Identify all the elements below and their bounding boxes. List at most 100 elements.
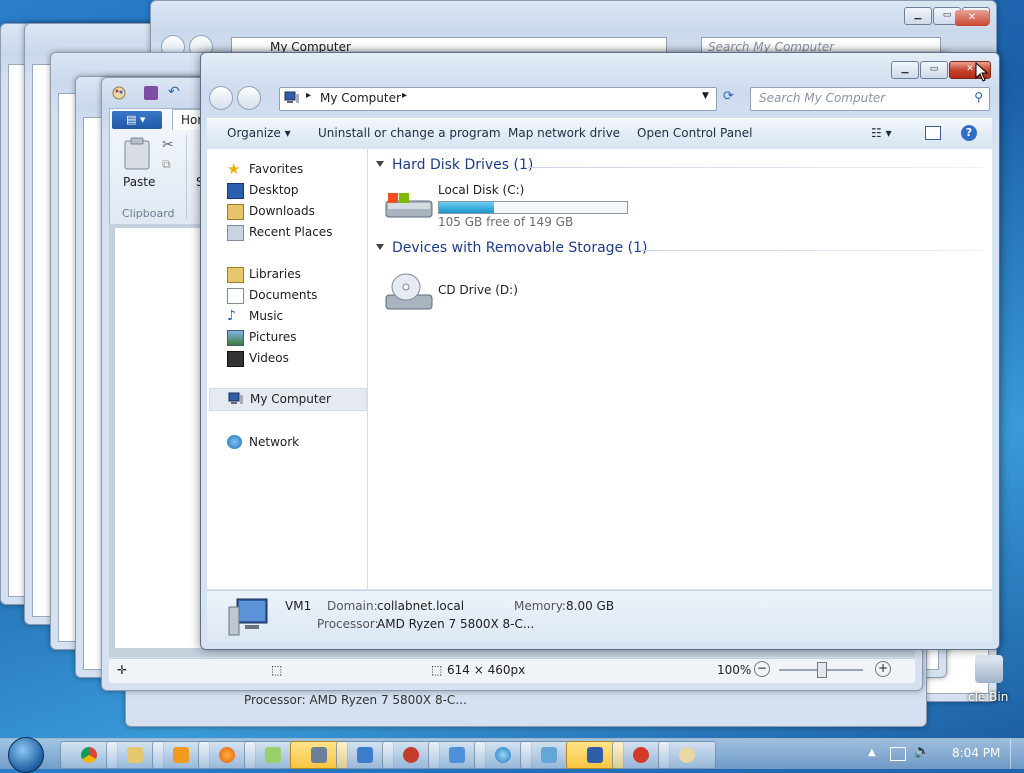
copy-icon[interactable]: ⧉ bbox=[162, 157, 171, 172]
no-entry-icon bbox=[403, 747, 419, 763]
paint-canvas[interactable] bbox=[115, 228, 205, 648]
network-icon bbox=[227, 435, 242, 449]
zoom-out-button[interactable]: − bbox=[754, 661, 770, 677]
network-share-icon bbox=[541, 747, 557, 763]
clipboard-group-label: Clipboard bbox=[122, 207, 175, 220]
breadcrumb-my-computer[interactable]: My Computer bbox=[320, 91, 401, 105]
section-divider bbox=[528, 167, 983, 168]
show-hidden-icons-icon[interactable]: ▲ bbox=[868, 747, 876, 758]
organize-button[interactable]: Organize ▾ bbox=[227, 126, 291, 140]
collapse-icon bbox=[376, 244, 384, 250]
computer-large-icon bbox=[227, 597, 271, 637]
drive-c-free-space: 105 GB free of 149 GB bbox=[438, 215, 574, 229]
breadcrumb-chevron-icon[interactable]: ▸ bbox=[402, 90, 407, 101]
taskbar-paint[interactable] bbox=[658, 741, 716, 769]
paint-status-bar: ✛ ⬚ ⬚ 614 × 460px 100% − + bbox=[109, 658, 915, 683]
processor-value: AMD Ryzen 7 5800X 8-C... bbox=[377, 617, 535, 631]
nav-item-desktop[interactable]: Desktop bbox=[207, 180, 365, 200]
command-bar: Organize ▾ Uninstall or change a program… bbox=[207, 118, 992, 150]
domain-label: Domain: bbox=[327, 599, 378, 613]
nav-item-recent-places[interactable]: Recent Places bbox=[207, 222, 365, 242]
calculator-icon bbox=[311, 747, 327, 763]
media-player-icon bbox=[173, 747, 189, 763]
firefox-icon bbox=[219, 747, 235, 763]
computer-icon bbox=[587, 747, 603, 763]
drive-c-usage-fill bbox=[439, 202, 495, 213]
preview-pane-icon[interactable] bbox=[925, 126, 941, 140]
minimize-button[interactable]: ▁ bbox=[904, 7, 932, 25]
explorer-window: ▁ ▭ ✕ ▸ My Computer ▸ ▼ ⟳ Search My Comp… bbox=[200, 52, 1000, 650]
drive-cd-d[interactable]: CD Drive (D:) bbox=[384, 267, 584, 317]
ribbon-divider bbox=[186, 135, 187, 219]
network-tray-icon[interactable] bbox=[890, 747, 906, 761]
cut-icon[interactable]: ✂ bbox=[162, 137, 174, 153]
folder-icon bbox=[127, 747, 143, 763]
paint-menu-button[interactable]: ▤ ▾ bbox=[112, 111, 162, 129]
search-box[interactable]: Search My Computer ⚲ bbox=[750, 87, 990, 111]
cursor-position-icon: ✛ bbox=[117, 663, 128, 677]
section-removable-storage[interactable]: Devices with Removable Storage (1) bbox=[376, 240, 647, 256]
libraries-icon bbox=[227, 267, 244, 283]
refresh-icon[interactable]: ⟳ bbox=[723, 89, 741, 107]
zoom-in-button[interactable]: + bbox=[875, 661, 891, 677]
drive-local-disk-c[interactable]: Local Disk (C:) 105 GB free of 149 GB bbox=[384, 183, 654, 229]
details-pane: VM1 Domain: collabnet.local Memory: 8.00… bbox=[207, 590, 992, 643]
memory-label: Memory: bbox=[514, 599, 566, 613]
show-desktop-button[interactable] bbox=[1010, 739, 1024, 769]
domain-value: collabnet.local bbox=[377, 599, 465, 613]
breadcrumb-arrow-icon[interactable]: ▸ bbox=[306, 90, 311, 101]
content-pane: Hard Disk Drives (1) Local Disk (C:) 105… bbox=[368, 149, 992, 589]
address-bar[interactable]: ▸ My Computer ▸ ▼ bbox=[279, 87, 717, 111]
canvas-size-text: 614 × 460px bbox=[447, 663, 526, 677]
search-icon[interactable]: ⚲ bbox=[974, 90, 983, 104]
recent-places-icon bbox=[227, 225, 244, 241]
recycle-bin-icon[interactable] bbox=[975, 655, 1003, 683]
back-button[interactable] bbox=[209, 86, 233, 110]
cd-drive-icon bbox=[384, 271, 434, 313]
taskbar: ▲ 🔈 8:04 PM bbox=[0, 737, 1024, 773]
background-close-button[interactable]: ✕ bbox=[955, 10, 989, 26]
nav-item-music[interactable]: ♪ Music bbox=[207, 306, 365, 326]
volume-icon[interactable]: 🔈 bbox=[914, 744, 930, 759]
computer-icon bbox=[228, 392, 244, 406]
record-icon bbox=[633, 747, 649, 763]
nav-item-pictures[interactable]: Pictures bbox=[207, 327, 365, 347]
paste-label[interactable]: Paste bbox=[123, 175, 155, 189]
pictures-icon bbox=[227, 330, 244, 346]
view-options-icon[interactable]: ☷ ▾ bbox=[871, 126, 892, 140]
explorer-minimize-button[interactable]: ▁ bbox=[891, 61, 919, 79]
downloads-icon bbox=[227, 204, 244, 220]
chrome-icon bbox=[81, 747, 97, 763]
address-dropdown-icon[interactable]: ▼ bbox=[702, 91, 709, 101]
forward-button[interactable] bbox=[236, 86, 261, 110]
drive-c-name: Local Disk (C:) bbox=[438, 183, 525, 197]
selection-size-icon: ⬚ bbox=[271, 663, 283, 677]
processor-label: Processor: bbox=[317, 617, 379, 631]
section-hard-disk-drives[interactable]: Hard Disk Drives (1) bbox=[376, 157, 533, 173]
drive-d-name: CD Drive (D:) bbox=[438, 283, 518, 297]
uninstall-button[interactable]: Uninstall or change a program bbox=[318, 126, 501, 140]
save-icon[interactable] bbox=[144, 86, 158, 100]
map-network-drive-button[interactable]: Map network drive bbox=[508, 126, 620, 140]
nav-item-documents[interactable]: Documents bbox=[207, 285, 365, 305]
nav-item-downloads[interactable]: Downloads bbox=[207, 201, 365, 221]
explorer-maximize-button[interactable]: ▭ bbox=[920, 61, 948, 79]
navigation-pane: ★ Favorites Desktop Downloads Recent Pla… bbox=[207, 149, 368, 589]
internet-explorer-icon bbox=[495, 747, 511, 763]
zoom-slider-thumb[interactable] bbox=[817, 662, 827, 678]
open-control-panel-button[interactable]: Open Control Panel bbox=[637, 126, 752, 140]
nav-item-my-computer[interactable]: My Computer bbox=[209, 388, 367, 411]
memory-value: 8.00 GB bbox=[566, 599, 615, 613]
mouse-cursor bbox=[975, 61, 989, 85]
videos-icon bbox=[227, 351, 244, 367]
help-icon[interactable]: ? bbox=[961, 125, 977, 141]
paste-icon[interactable] bbox=[122, 137, 152, 171]
nav-item-videos[interactable]: Videos bbox=[207, 348, 365, 368]
clock[interactable]: 8:04 PM bbox=[952, 746, 1000, 760]
computer-icon bbox=[284, 91, 300, 105]
recycle-bin-label: cle Bin bbox=[968, 690, 1009, 704]
paint-app-icon bbox=[112, 86, 126, 100]
music-icon: ♪ bbox=[227, 308, 236, 324]
undo-icon[interactable]: ↶ bbox=[168, 84, 180, 100]
zoom-level: 100% bbox=[717, 663, 752, 677]
